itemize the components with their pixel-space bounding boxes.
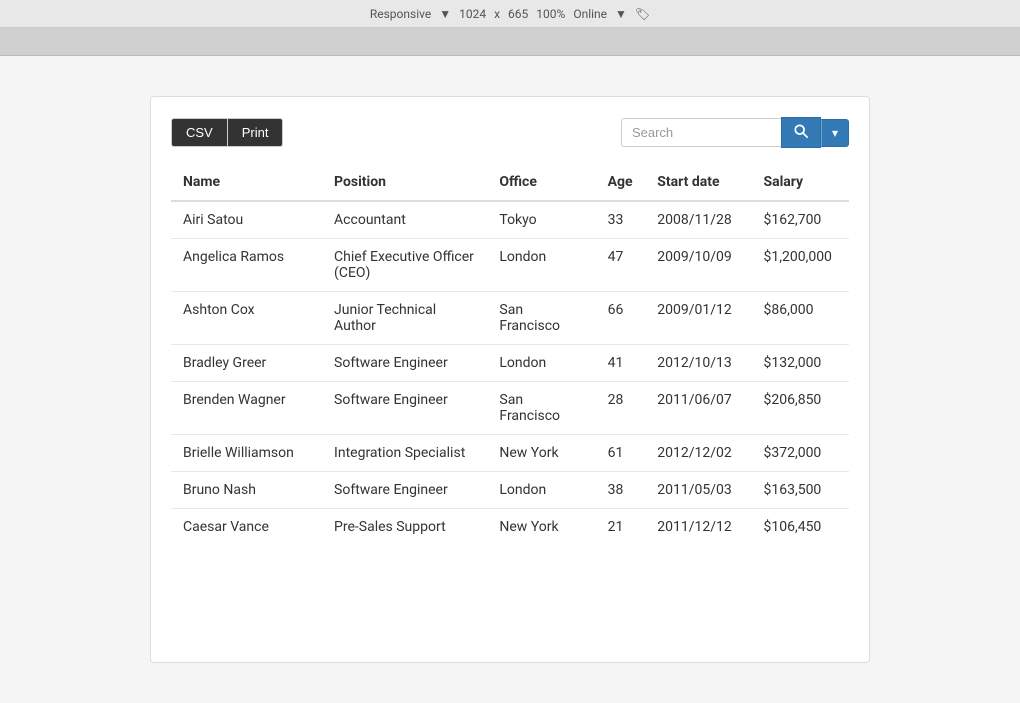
cell-salary: $162,700 — [751, 201, 849, 239]
table-header: Name Position Office Age Start date Sala… — [171, 164, 849, 201]
width-value: 1024 — [459, 7, 486, 21]
cell-salary: $132,000 — [751, 345, 849, 382]
table-row: Ashton CoxJunior Technical AuthorSan Fra… — [171, 292, 849, 345]
cell-startdate: 2009/01/12 — [645, 292, 751, 345]
cell-age: 21 — [596, 509, 646, 546]
cell-age: 38 — [596, 472, 646, 509]
cell-name: Angelica Ramos — [171, 239, 322, 292]
cell-startdate: 2012/10/13 — [645, 345, 751, 382]
cell-position: Pre-Sales Support — [322, 509, 487, 546]
cell-name: Bradley Greer — [171, 345, 322, 382]
online-arrow: ▼ — [615, 7, 627, 21]
cell-age: 61 — [596, 435, 646, 472]
cell-name: Bruno Nash — [171, 472, 322, 509]
cell-startdate: 2008/11/28 — [645, 201, 751, 239]
cell-position: Integration Specialist — [322, 435, 487, 472]
search-button[interactable] — [781, 117, 821, 148]
cell-age: 41 — [596, 345, 646, 382]
table-row: Bradley GreerSoftware EngineerLondon4120… — [171, 345, 849, 382]
cell-salary: $206,850 — [751, 382, 849, 435]
cell-name: Brenden Wagner — [171, 382, 322, 435]
cell-startdate: 2011/05/03 — [645, 472, 751, 509]
cell-startdate: 2011/12/12 — [645, 509, 751, 546]
cell-salary: $163,500 — [751, 472, 849, 509]
col-header-name[interactable]: Name — [171, 164, 322, 201]
cell-name: Ashton Cox — [171, 292, 322, 345]
page-container: CSV Print ▾ Name Position — [0, 56, 1020, 703]
header-row: Name Position Office Age Start date Sala… — [171, 164, 849, 201]
cell-age: 33 — [596, 201, 646, 239]
toolbar: CSV Print ▾ — [171, 117, 849, 148]
cell-office: Tokyo — [487, 201, 595, 239]
col-header-startdate[interactable]: Start date — [645, 164, 751, 201]
cell-office: San Francisco — [487, 292, 595, 345]
table-row: Bruno NashSoftware EngineerLondon382011/… — [171, 472, 849, 509]
col-header-age[interactable]: Age — [596, 164, 646, 201]
cell-startdate: 2012/12/02 — [645, 435, 751, 472]
cell-salary: $372,000 — [751, 435, 849, 472]
dev-toolbar: Responsive ▼ 1024 x 665 100% Online ▼ 🏷 — [0, 0, 1020, 28]
responsive-arrow: ▼ — [439, 7, 451, 21]
cell-position: Software Engineer — [322, 472, 487, 509]
table-body: Airi SatouAccountantTokyo332008/11/28$16… — [171, 201, 849, 545]
responsive-label[interactable]: Responsive — [370, 7, 431, 21]
cell-position: Chief Executive Officer (CEO) — [322, 239, 487, 292]
cell-office: New York — [487, 509, 595, 546]
search-group: ▾ — [621, 117, 849, 148]
cell-position: Accountant — [322, 201, 487, 239]
csv-button[interactable]: CSV — [171, 118, 228, 147]
cell-salary: $1,200,000 — [751, 239, 849, 292]
table-row: Brenden WagnerSoftware EngineerSan Franc… — [171, 382, 849, 435]
cell-position: Junior Technical Author — [322, 292, 487, 345]
cell-office: London — [487, 472, 595, 509]
cell-office: New York — [487, 435, 595, 472]
table-row: Angelica RamosChief Executive Officer (C… — [171, 239, 849, 292]
col-header-office[interactable]: Office — [487, 164, 595, 201]
cell-name: Airi Satou — [171, 201, 322, 239]
zoom-value[interactable]: 100% — [536, 7, 565, 21]
col-header-position[interactable]: Position — [322, 164, 487, 201]
cell-office: London — [487, 239, 595, 292]
table-row: Airi SatouAccountantTokyo332008/11/28$16… — [171, 201, 849, 239]
main-card: CSV Print ▾ Name Position — [150, 96, 870, 663]
height-value: 665 — [508, 7, 528, 21]
tag-icon: 🏷 — [635, 7, 650, 21]
print-button[interactable]: Print — [228, 118, 284, 147]
online-label[interactable]: Online — [573, 7, 607, 21]
cell-name: Caesar Vance — [171, 509, 322, 546]
export-buttons: CSV Print — [171, 118, 283, 147]
cell-startdate: 2011/06/07 — [645, 382, 751, 435]
cell-office: London — [487, 345, 595, 382]
cell-salary: $106,450 — [751, 509, 849, 546]
search-dropdown-button[interactable]: ▾ — [821, 119, 849, 147]
search-icon — [794, 124, 808, 138]
cell-age: 28 — [596, 382, 646, 435]
table-row: Caesar VancePre-Sales SupportNew York212… — [171, 509, 849, 546]
cell-age: 66 — [596, 292, 646, 345]
cell-name: Brielle Williamson — [171, 435, 322, 472]
cell-position: Software Engineer — [322, 345, 487, 382]
table-row: Brielle WilliamsonIntegration Specialist… — [171, 435, 849, 472]
cell-office: San Francisco — [487, 382, 595, 435]
browser-bar — [0, 28, 1020, 56]
search-input[interactable] — [621, 118, 781, 147]
cell-age: 47 — [596, 239, 646, 292]
col-header-salary[interactable]: Salary — [751, 164, 849, 201]
cell-salary: $86,000 — [751, 292, 849, 345]
data-table: Name Position Office Age Start date Sala… — [171, 164, 849, 545]
x-separator: x — [494, 7, 500, 21]
cell-startdate: 2009/10/09 — [645, 239, 751, 292]
cell-position: Software Engineer — [322, 382, 487, 435]
